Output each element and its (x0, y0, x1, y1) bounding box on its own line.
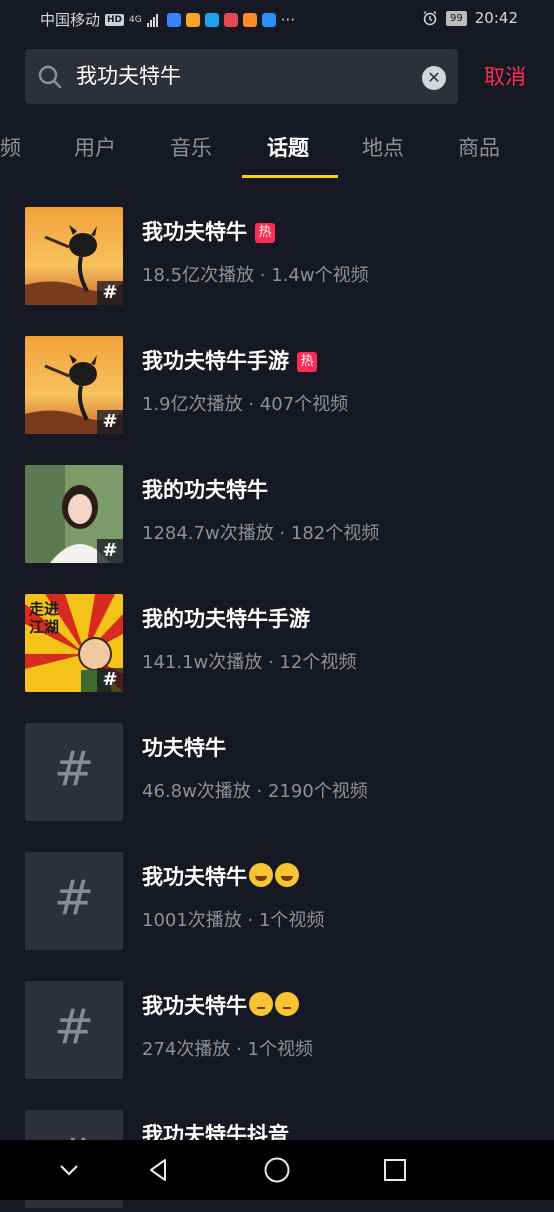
topic-title: 我的功夫特牛手游 (142, 605, 310, 633)
topic-title-text: 我功夫特牛 (142, 865, 247, 889)
search-input[interactable]: 我功夫特牛 (76, 62, 181, 90)
topic-title: 我功夫特牛 (142, 992, 299, 1020)
topic-stats: 1284.7w次播放 · 182个视频 (142, 523, 380, 544)
result-tabs: 频 用户 音乐 话题 地点 商品 (0, 124, 554, 180)
notification-app-icons (166, 12, 276, 27)
search-icon (38, 65, 62, 89)
tab-music[interactable]: 音乐 (170, 134, 212, 162)
hashtag-icon: # (53, 870, 95, 926)
thinking-emoji-icon (275, 992, 299, 1016)
tab-topics[interactable]: 话题 (267, 134, 309, 162)
hd-badge: HD (105, 13, 125, 26)
topic-thumbnail: 走进江湖 # (25, 594, 123, 692)
network-type: 4G (129, 14, 142, 25)
topic-title: 我的功夫特牛 (142, 476, 268, 504)
topic-thumbnail: # (25, 723, 123, 821)
topic-thumbnail: # (25, 981, 123, 1079)
topic-list-item[interactable]: # 我功夫特牛热 18.5亿次播放 · 1.4w个视频 (0, 180, 554, 309)
status-bar-left: 中国移动 HD 4G ··· (40, 9, 295, 30)
topic-list-item[interactable]: # 功夫特牛 46.8w次播放 · 2190个视频 (0, 696, 554, 825)
topic-stats: 1.9亿次播放 · 407个视频 (142, 394, 349, 415)
topic-list-item[interactable]: # 我功夫特牛 1001次播放 · 1个视频 (0, 825, 554, 954)
laughing-emoji-icon (249, 863, 273, 887)
topic-thumbnail: # (25, 207, 123, 305)
topic-title: 功夫特牛 (142, 734, 226, 762)
poster-text: 走进江湖 (29, 600, 60, 636)
status-bar: 中国移动 HD 4G ··· 99 20:42 (0, 0, 554, 38)
notification-app-icon (261, 12, 276, 27)
topic-title: 我功夫特牛 (142, 863, 299, 891)
tab-users[interactable]: 用户 (74, 134, 116, 162)
topic-stats: 274次播放 · 1个视频 (142, 1039, 313, 1060)
topic-title: 我功夫特牛手游热 (142, 347, 317, 375)
notification-app-icon (204, 12, 219, 27)
status-bar-right: 99 20:42 (422, 9, 518, 27)
clear-search-icon[interactable]: ✕ (422, 66, 446, 90)
topic-title-text: 我功夫特牛 (142, 220, 247, 244)
topic-list-item[interactable]: # 我功夫特牛手游热 1.9亿次播放 · 407个视频 (0, 309, 554, 438)
active-tab-indicator (242, 175, 338, 178)
notification-app-icon (166, 12, 181, 27)
home-circle-icon[interactable] (262, 1155, 292, 1185)
topic-title: 我功夫特牛热 (142, 218, 275, 246)
notification-app-icon (223, 12, 238, 27)
topic-list-item[interactable]: 走进江湖 # 我的功夫特牛手游 141.1w次播放 · 12个视频 (0, 567, 554, 696)
carrier-name: 中国移动 (40, 11, 101, 29)
battery-icon: 99 (446, 10, 467, 26)
cancel-button[interactable]: 取消 (484, 63, 526, 91)
topic-title-text: 我功夫特牛手游 (142, 349, 289, 373)
topic-title-text: 我功夫特牛 (142, 994, 247, 1018)
clock: 20:42 (474, 9, 518, 27)
more-notifications-icon: ··· (280, 10, 296, 29)
hot-badge: 热 (255, 223, 275, 243)
topic-stats: 46.8w次播放 · 2190个视频 (142, 781, 368, 802)
topic-stats: 18.5亿次播放 · 1.4w个视频 (142, 265, 369, 286)
back-triangle-icon[interactable] (143, 1155, 173, 1185)
notification-app-icon (242, 12, 257, 27)
notification-app-icon (185, 12, 200, 27)
hashtag-badge-icon: # (97, 668, 123, 692)
topic-list-item[interactable]: # 我功夫特牛 274次播放 · 1个视频 (0, 954, 554, 1083)
topic-stats: 141.1w次播放 · 12个视频 (142, 652, 357, 673)
tab-video[interactable]: 频 (0, 134, 21, 162)
topic-stats: 1001次播放 · 1个视频 (142, 910, 325, 931)
search-bar[interactable]: 我功夫特牛 ✕ (25, 49, 458, 104)
hashtag-icon: # (53, 999, 95, 1055)
recents-square-icon[interactable] (380, 1155, 410, 1185)
topic-title-text: 我的功夫特牛 (142, 478, 268, 502)
topic-list-item[interactable]: # 我的功夫特牛 1284.7w次播放 · 182个视频 (0, 438, 554, 567)
topic-title-text: 我的功夫特牛手游 (142, 607, 310, 631)
signal-icon (146, 13, 158, 27)
topic-title-text: 功夫特牛 (142, 736, 226, 760)
system-nav-bar (0, 1140, 554, 1200)
tab-places[interactable]: 地点 (362, 134, 404, 162)
laughing-emoji-icon (275, 863, 299, 887)
thinking-emoji-icon (249, 992, 273, 1016)
hashtag-badge-icon: # (97, 410, 123, 434)
hashtag-badge-icon: # (97, 281, 123, 305)
topic-thumbnail: # (25, 852, 123, 950)
chevron-down-icon[interactable] (54, 1155, 84, 1185)
topic-thumbnail: # (25, 336, 123, 434)
topic-thumbnail: # (25, 465, 123, 563)
hashtag-badge-icon: # (97, 539, 123, 563)
alarm-icon (423, 11, 437, 26)
hot-badge: 热 (297, 352, 317, 372)
tab-products[interactable]: 商品 (458, 134, 500, 162)
hashtag-icon: # (53, 741, 95, 797)
